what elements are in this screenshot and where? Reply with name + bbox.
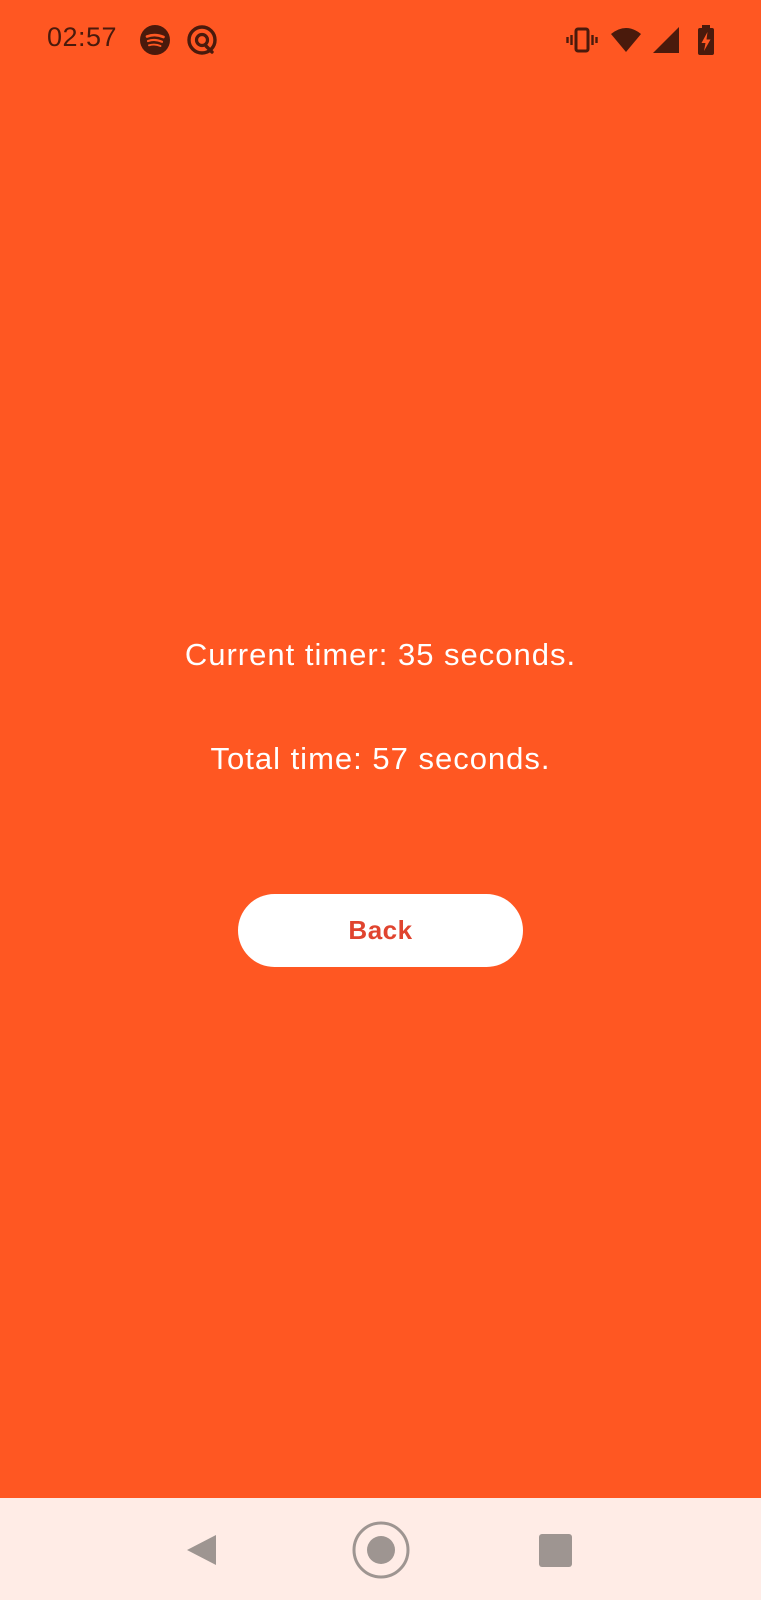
status-bar: 02:57 bbox=[0, 0, 761, 80]
total-time-text: Total time: 57 seconds. bbox=[210, 741, 551, 776]
navigation-bar bbox=[0, 1498, 761, 1600]
wifi-icon bbox=[611, 28, 641, 52]
back-triangle-icon[interactable] bbox=[173, 1520, 233, 1580]
spotify-icon bbox=[140, 25, 170, 55]
cell-signal-icon bbox=[653, 27, 679, 53]
current-timer-text: Current timer: 35 seconds. bbox=[184, 637, 577, 672]
recents-square-icon[interactable] bbox=[525, 1520, 585, 1580]
back-button[interactable]: Back bbox=[238, 894, 523, 967]
battery-charging-icon bbox=[698, 25, 714, 55]
status-time: 02:57 bbox=[47, 22, 118, 52]
vibrate-icon bbox=[566, 27, 598, 53]
home-circle-icon[interactable] bbox=[351, 1520, 411, 1580]
at-sign-icon bbox=[187, 25, 217, 55]
